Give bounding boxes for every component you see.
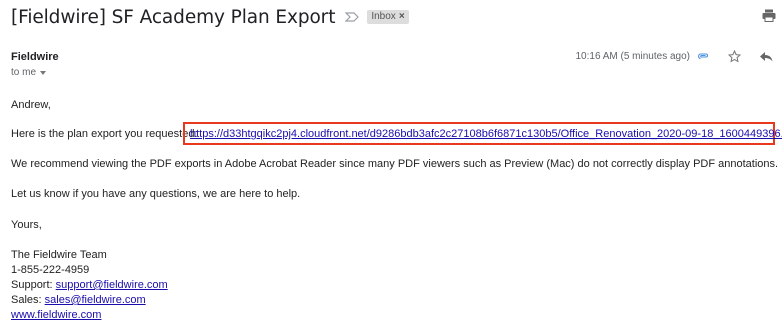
email-subject: [Fieldwire] SF Academy Plan Export xyxy=(11,6,336,28)
signature-phone: 1-855-222-4959 xyxy=(11,264,90,276)
recipient-line: to me xyxy=(11,67,47,78)
label-chip-inbox[interactable]: Inbox × xyxy=(367,10,409,24)
website-link[interactable]: www.fieldwire.com xyxy=(11,309,101,321)
sales-line: Sales: sales@fieldwire.com xyxy=(11,294,146,306)
recommendation-text: We recommend viewing the PDF exports in … xyxy=(11,158,779,170)
greeting-text: Andrew, xyxy=(11,99,51,111)
intro-text: Here is the plan export you requested: xyxy=(11,128,198,140)
website-line: www.fieldwire.com xyxy=(11,309,101,321)
support-line: Support: support@fieldwire.com xyxy=(11,279,168,291)
closing-text: Yours, xyxy=(11,219,42,231)
subject-row: [Fieldwire] SF Academy Plan Export Inbox… xyxy=(11,5,409,29)
message-timestamp: 10:16 AM (5 minutes ago) xyxy=(575,51,690,62)
star-icon[interactable] xyxy=(728,50,741,63)
print-icon[interactable] xyxy=(762,9,776,22)
attachment-icon[interactable] xyxy=(697,51,709,61)
sales-label: Sales: xyxy=(11,294,45,306)
recipient-text: to me xyxy=(11,67,37,78)
sales-email-link[interactable]: sales@fieldwire.com xyxy=(45,294,146,306)
sender-name[interactable]: Fieldwire xyxy=(11,51,59,63)
label-chip-text: Inbox xyxy=(371,11,396,22)
export-download-link[interactable]: https://d33htgqikc2pj4.cloudfront.net/d9… xyxy=(190,128,782,140)
signature-team: The Fieldwire Team xyxy=(11,249,107,261)
remove-label-button[interactable]: × xyxy=(399,11,405,22)
help-text: Let us know if you have any questions, w… xyxy=(11,188,301,200)
important-icon[interactable] xyxy=(345,12,360,22)
support-label: Support: xyxy=(11,279,56,291)
support-email-link[interactable]: support@fieldwire.com xyxy=(56,279,168,291)
reply-icon[interactable] xyxy=(759,51,773,62)
chevron-down-icon[interactable] xyxy=(40,70,47,75)
